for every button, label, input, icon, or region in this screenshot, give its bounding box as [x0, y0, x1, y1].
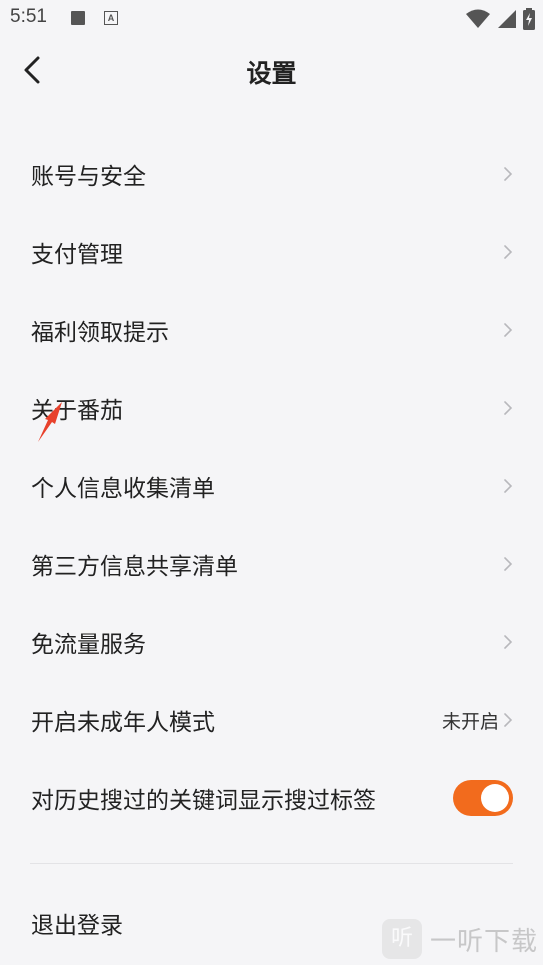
- menu-item-label: 开启未成年人模式: [31, 710, 215, 736]
- logout-button[interactable]: 退出登录: [31, 906, 123, 940]
- status-bar: 5:51 A: [0, 0, 543, 36]
- menu-item-free-data-service[interactable]: 免流量服务: [0, 603, 543, 681]
- header-bar: 设置: [0, 36, 543, 106]
- page-title: 设置: [246, 59, 297, 88]
- menu-item-label: 支付管理: [31, 242, 123, 268]
- menu-item-personal-info-list[interactable]: 个人信息收集清单: [0, 447, 543, 525]
- menu-item-payment[interactable]: 支付管理: [0, 213, 543, 291]
- chevron-right-icon: [504, 245, 513, 259]
- notification-square-icon: [71, 11, 85, 25]
- menu-item-label: 关于番茄: [31, 398, 123, 424]
- watermark: 听 一听下载: [382, 919, 538, 959]
- chevron-right-icon: [504, 323, 513, 337]
- menu-item-label: 账号与安全: [31, 164, 146, 190]
- menu-item-label: 个人信息收集清单: [31, 476, 215, 502]
- toggle-knob: [481, 784, 509, 812]
- chevron-right-icon: [504, 635, 513, 649]
- status-time: 5:51: [10, 6, 47, 27]
- system-icons: [465, 8, 535, 30]
- watermark-text: 一听下载: [430, 926, 539, 957]
- chevron-right-icon: [504, 167, 513, 181]
- section-divider: [30, 863, 513, 864]
- menu-item-benefits-reminder[interactable]: 福利领取提示: [0, 291, 543, 369]
- menu-item-label: 免流量服务: [31, 632, 146, 658]
- search-tag-toggle[interactable]: [453, 780, 513, 816]
- menu-item-label: 第三方信息共享清单: [31, 554, 238, 580]
- battery-icon: [523, 8, 535, 30]
- minor-mode-status: 未开启: [441, 710, 499, 733]
- menu-item-minor-mode[interactable]: 开启未成年人模式 未开启: [0, 681, 543, 759]
- wifi-icon: [466, 9, 490, 28]
- cell-signal-icon: [498, 10, 516, 28]
- menu-item-search-history-tag: 对历史搜过的关键词显示搜过标签: [0, 759, 543, 837]
- pointer-cursor-icon: [38, 402, 62, 442]
- menu-item-third-party-sharing[interactable]: 第三方信息共享清单: [0, 525, 543, 603]
- notification-a-icon: A: [104, 11, 118, 25]
- menu-item-account-security[interactable]: 账号与安全: [0, 135, 543, 213]
- menu-item-about[interactable]: 关于番茄: [0, 369, 543, 447]
- chevron-right-icon: [504, 401, 513, 415]
- settings-list: 账号与安全 支付管理 福利领取提示 关于番茄 个人信息收集清单 第三方信息共享清…: [0, 135, 543, 837]
- watermark-logo: 听: [382, 919, 422, 959]
- chevron-right-icon: [504, 713, 513, 727]
- chevron-right-icon: [504, 557, 513, 571]
- menu-item-label: 福利领取提示: [31, 320, 169, 346]
- menu-item-label: 对历史搜过的关键词显示搜过标签: [31, 788, 376, 814]
- chevron-right-icon: [504, 479, 513, 493]
